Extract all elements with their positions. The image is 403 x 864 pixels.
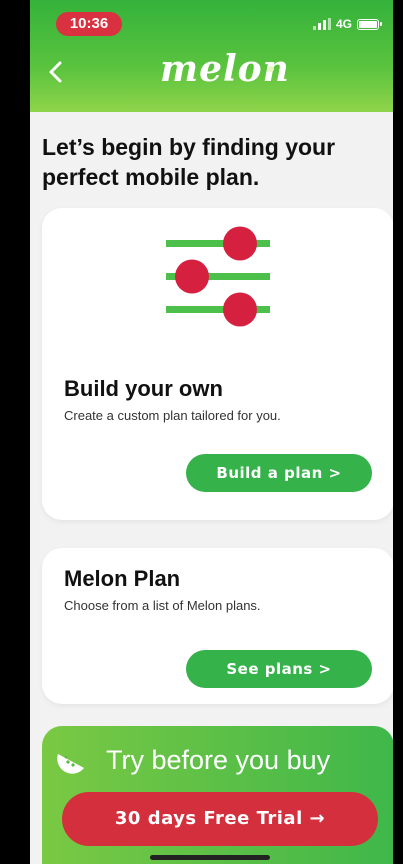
- build-your-own-card[interactable]: Build your own Create a custom plan tail…: [42, 208, 394, 520]
- status-indicators: 4G: [312, 17, 382, 31]
- main-content: Let’s begin by finding your perfect mobi…: [30, 112, 394, 864]
- screen-edge-left: [0, 0, 30, 864]
- build-card-description: Create a custom plan tailored for you.: [64, 408, 281, 423]
- app-header: 10:36 4G melon: [30, 0, 393, 112]
- build-card-title: Build your own: [64, 376, 223, 401]
- home-indicator[interactable]: [150, 855, 270, 860]
- free-trial-panel: Try before you buy 30 days Free Trial →: [42, 726, 394, 864]
- free-trial-button[interactable]: 30 days Free Trial →: [62, 792, 378, 846]
- see-plans-button[interactable]: See plans >: [186, 650, 372, 688]
- melon-card-description: Choose from a list of Melon plans.: [64, 598, 261, 613]
- logo-dot: [268, 66, 274, 72]
- network-label: 4G: [335, 17, 352, 31]
- trial-heading: Try before you buy: [106, 745, 331, 775]
- status-time: 10:36: [56, 12, 122, 36]
- signal-icon: [312, 18, 331, 30]
- screen-edge-right: [393, 0, 403, 864]
- build-a-plan-button[interactable]: Build a plan >: [186, 454, 372, 492]
- chevron-left-icon[interactable]: [46, 58, 70, 86]
- melon-card-title: Melon Plan: [64, 566, 181, 591]
- melon-slice-icon: [57, 754, 84, 774]
- melon-plan-card[interactable]: Melon Plan Choose from a list of Melon p…: [42, 548, 394, 704]
- battery-icon: [357, 18, 382, 30]
- sliders-icon: [166, 226, 270, 327]
- page-title: Let’s begin by finding your perfect mobi…: [42, 134, 336, 190]
- phone-screen: 10:36 4G melon Let’s begin by finding yo…: [0, 0, 403, 864]
